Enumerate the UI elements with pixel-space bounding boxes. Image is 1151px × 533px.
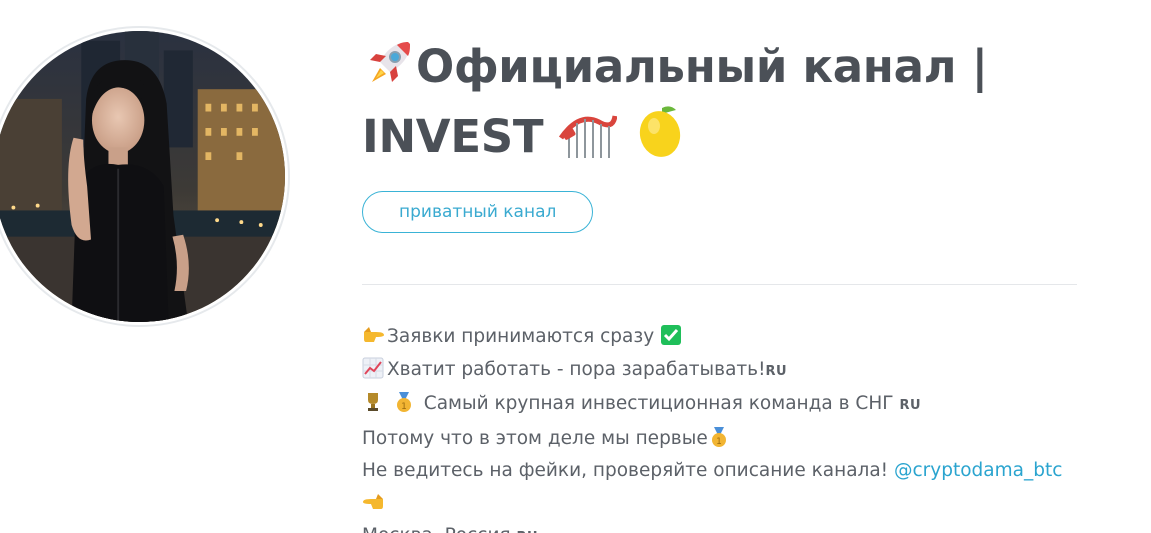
divider	[362, 284, 1077, 285]
lemon-icon	[632, 104, 690, 174]
medal-icon: 1	[393, 391, 416, 413]
medal-icon: 1	[708, 426, 731, 448]
title-line-2: INVEST	[362, 110, 544, 163]
channel-description: Заявки принимаются сразу Хватит работать…	[362, 321, 1077, 533]
location-line: Москва, Россия RU	[362, 520, 1077, 533]
trophy-icon	[362, 391, 385, 413]
description-line	[362, 488, 1077, 521]
channel-info: Официальный канал | INVEST приватный кан…	[362, 38, 1077, 533]
chart-up-icon	[362, 357, 385, 379]
description-line: Не ведитесь на фейки, проверяйте описани…	[362, 460, 1063, 481]
svg-text:1: 1	[716, 437, 722, 447]
channel-avatar[interactable]	[0, 26, 290, 327]
private-channel-badge: приватный канал	[362, 191, 594, 233]
check-mark-icon	[660, 324, 683, 346]
description-line: Потому что в этом деле мы первые 1	[362, 423, 1077, 456]
roller-coaster-icon	[558, 108, 618, 174]
description-line: Хватит работать - пора зарабатывать!RU	[362, 354, 1077, 389]
ru-flag: RU	[899, 398, 922, 413]
channel-title: Официальный канал | INVEST	[362, 38, 1077, 174]
svg-text:1: 1	[401, 402, 407, 412]
ru-flag: RU	[765, 363, 788, 379]
point-left-icon	[362, 491, 385, 513]
rocket-icon	[362, 38, 416, 104]
description-line: Заявки принимаются сразу	[362, 321, 1077, 354]
title-line-1: Официальный канал |	[416, 40, 988, 93]
point-right-icon	[362, 324, 385, 346]
mention-link[interactable]: @cryptodama_btc	[894, 460, 1062, 481]
description-line: 1 Самый крупная инвестиционная команда в…	[362, 388, 1077, 423]
avatar-photo	[0, 31, 285, 322]
location-text: Москва, Россия	[362, 525, 511, 533]
